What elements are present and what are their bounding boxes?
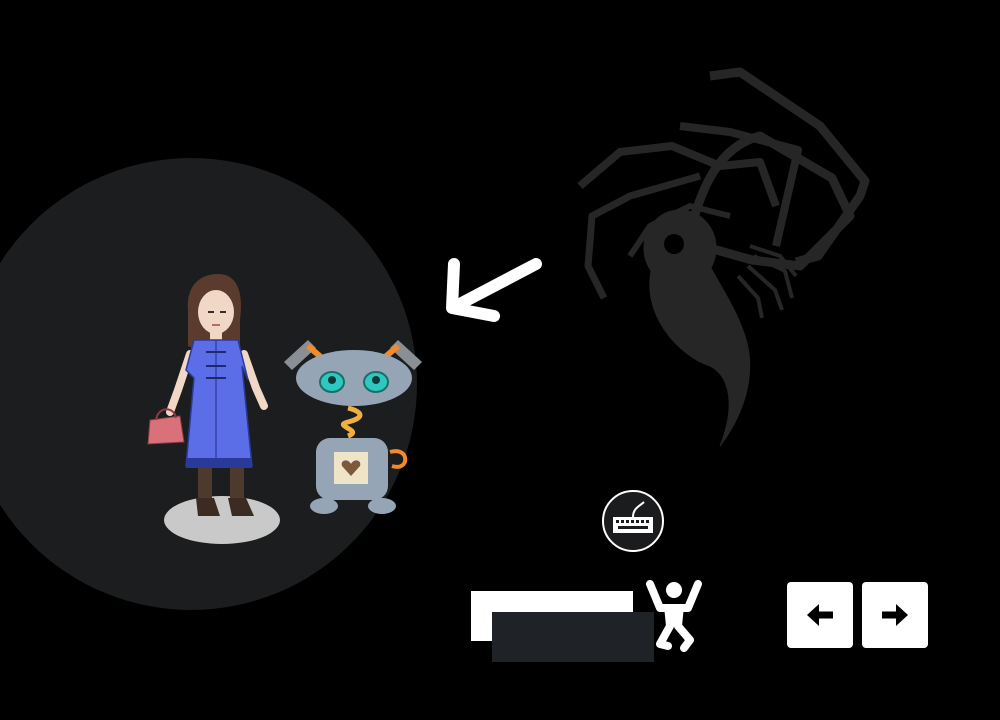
keyboard-icon[interactable] bbox=[602, 490, 664, 552]
arrow-right-icon bbox=[882, 604, 908, 626]
girl-character bbox=[147, 274, 280, 544]
progress-bar-dark bbox=[492, 612, 654, 662]
arrow-hint-icon bbox=[446, 258, 542, 322]
right-arrow-button[interactable] bbox=[862, 582, 928, 648]
spider-silhouette bbox=[577, 67, 870, 447]
left-arrow-button[interactable] bbox=[787, 582, 853, 648]
robot-character bbox=[284, 340, 422, 514]
game-scene bbox=[0, 0, 1000, 720]
jump-figure-icon[interactable] bbox=[640, 580, 706, 652]
arrow-left-icon bbox=[807, 604, 833, 626]
